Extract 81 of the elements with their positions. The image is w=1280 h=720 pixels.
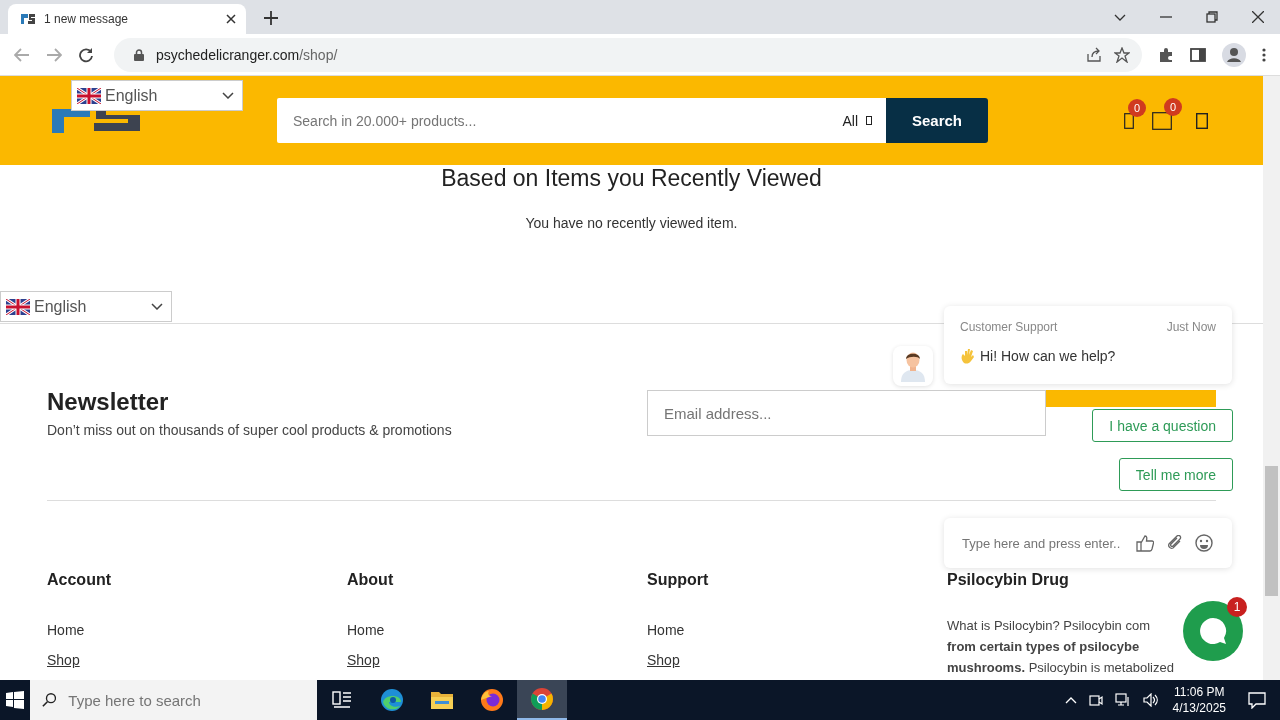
tab-title: 1 new message [44,12,130,26]
column-title: Support [647,571,710,589]
flag-icon [77,87,101,104]
restore-icon[interactable] [1206,11,1218,23]
newsletter-title: Newsletter [47,388,170,416]
search-icon [42,692,57,708]
email-field[interactable]: Email address... [647,390,1046,436]
footer-link[interactable]: Home [647,623,947,638]
chat-icon [1198,616,1228,646]
category-dropdown[interactable]: All [842,98,886,143]
star-icon[interactable] [1114,46,1130,63]
network-icon[interactable] [1114,693,1131,707]
footer-link[interactable]: Shop [647,653,947,668]
puzzle-icon[interactable] [1158,46,1174,63]
new-tab-icon[interactable] [264,11,278,25]
quick-reply-button[interactable]: I have a question [1092,409,1233,442]
newsletter-subtitle: Don’t miss out on thousands of super cool products & promotions [47,422,452,438]
placeholder-glyph-icon[interactable] [1196,112,1208,129]
message-time: Just Now [1166,320,1216,334]
scrollbar[interactable] [1263,76,1280,680]
windows-start-icon[interactable] [6,691,24,709]
footer-link[interactable]: Home [47,623,347,638]
clock-date[interactable]: 4/13/2025 [1172,700,1226,716]
chat-message: Hi! How can we help? [980,348,1116,364]
clock-time[interactable]: 11:06 PM [1174,684,1225,700]
side-panel-icon[interactable] [1190,47,1206,62]
caret-icon[interactable] [1114,13,1126,21]
column-title: About [347,571,395,589]
agent-avatar [893,346,933,386]
taskbar-button[interactable] [517,680,567,720]
empty-message: You have no recently viewed item. [524,215,739,231]
agent-name: Customer Support [960,320,1058,334]
chevron-icon [151,303,163,310]
chrome-browser-icon[interactable] [530,687,554,711]
waving-hand-icon [960,348,976,364]
footer-link[interactable]: Shop [347,653,647,668]
chat-input[interactable]: Type here and press enter.. [960,534,1124,552]
count-badge: 0 [1128,98,1146,117]
flag-icon [6,298,30,315]
browser-icon[interactable] [380,688,404,712]
volume-icon[interactable] [1142,693,1159,707]
site-logo-icon [20,12,36,26]
chat-input-bar[interactable]: Type here and press enter.. [944,518,1232,568]
paperclip-icon[interactable] [1166,534,1183,552]
search-field[interactable]: Search in 20.000+ products... [277,98,843,143]
address-bar[interactable]: psychedelicranger.com/shop/ [114,37,1142,72]
column-title: Psilocybin Drug [947,571,1070,589]
smiley-icon[interactable] [1195,534,1213,552]
notification-icon[interactable] [1248,691,1266,709]
footer-link[interactable]: Home [347,623,647,638]
section-title: Based on Items you Recently Viewed [440,165,823,191]
profile-icon[interactable] [1222,42,1246,67]
column-title: Account [47,571,112,589]
placeholder-glyph-icon[interactable] [1124,112,1134,129]
caret-up-icon[interactable] [1064,696,1077,704]
browser-tab[interactable]: 1 new message [8,4,246,34]
quick-reply-button[interactable]: Tell me more [1118,458,1233,491]
info-paragraph: What is Psilocybin? Psilocybin com from certain types of psilocybe mushrooms. Psilocybin is metabolized [947,617,1174,677]
fox-browser-icon[interactable] [480,688,504,712]
footer-link[interactable]: Shop [47,653,347,668]
count-badge: 0 [1164,97,1182,116]
lock-icon [134,48,144,61]
close-icon[interactable] [1252,11,1264,23]
unread-badge: 1 [1227,597,1247,617]
url-text: psychedelicranger.com/shop/ [156,46,338,63]
placeholder-glyph-icon[interactable] [1152,111,1172,130]
menu-icon[interactable] [1262,47,1266,62]
placeholder-glyph-icon [866,116,872,125]
reload-icon[interactable] [78,46,94,63]
task-view-icon[interactable] [332,691,352,709]
search-button[interactable]: Search [886,98,988,143]
language-dropdown[interactable]: English [71,80,243,111]
camera-icon[interactable] [1088,693,1103,707]
taskbar-search-bar[interactable]: Type here to search [30,680,317,720]
thumbs-up-icon[interactable] [1136,534,1154,552]
folder-icon[interactable] [430,690,454,710]
taskbar-search-field[interactable]: Type here to search [66,690,317,710]
share-icon[interactable] [1086,46,1102,63]
chevron-icon [222,92,234,99]
close-icon[interactable] [226,14,236,24]
language-dropdown[interactable]: English [0,291,172,322]
